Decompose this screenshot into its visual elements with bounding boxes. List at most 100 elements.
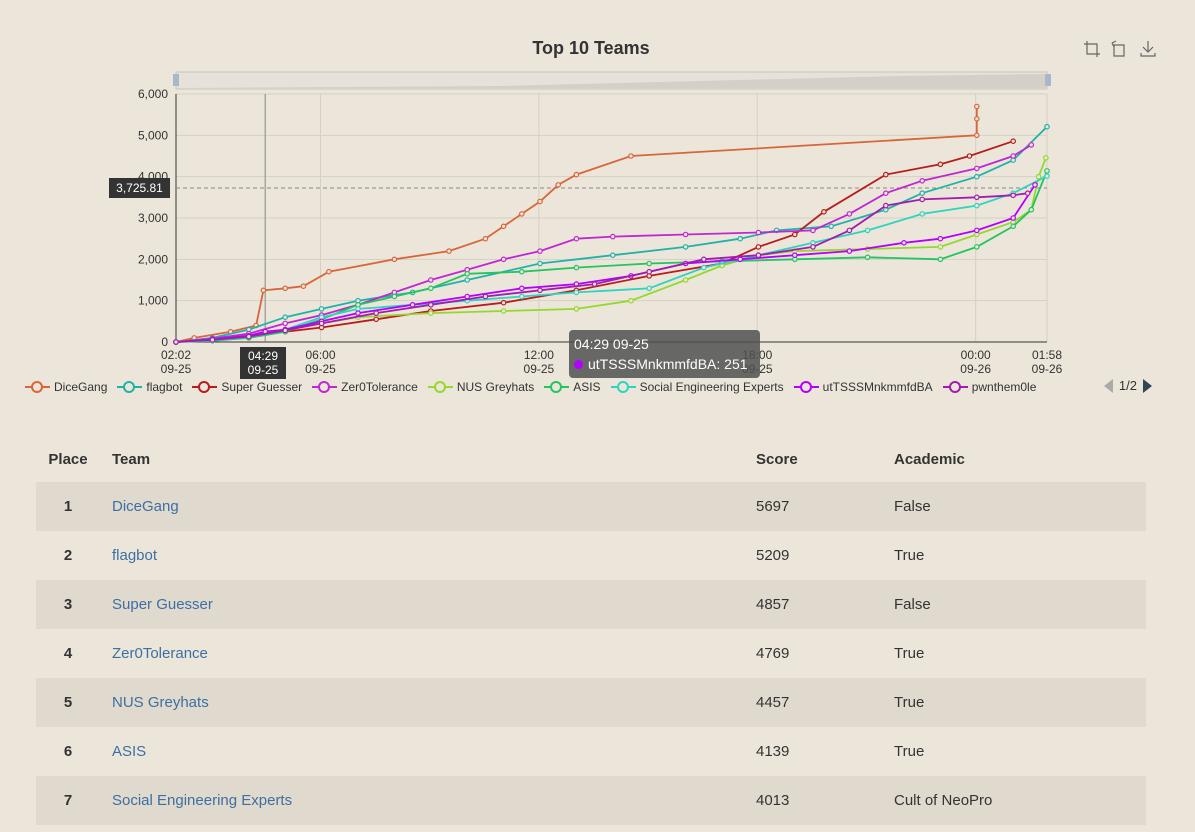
data-point[interactable] [937, 161, 944, 168]
data-point[interactable] [464, 277, 471, 283]
data-point[interactable] [427, 277, 434, 283]
data-point[interactable] [1010, 138, 1017, 145]
data-point[interactable] [464, 293, 471, 300]
data-point[interactable] [828, 223, 835, 230]
data-point[interactable] [937, 235, 944, 242]
data-point[interactable] [755, 229, 762, 236]
data-point[interactable] [810, 227, 816, 234]
data-point[interactable] [755, 252, 762, 259]
data-point[interactable] [446, 248, 452, 254]
legend-item[interactable]: NUS Greyhats [427, 380, 534, 394]
data-point[interactable] [973, 132, 980, 139]
data-point[interactable] [427, 310, 434, 316]
data-point[interactable] [500, 223, 507, 230]
data-point[interactable] [628, 153, 634, 159]
data-point[interactable] [973, 194, 980, 201]
data-point[interactable] [1032, 182, 1038, 188]
data-point[interactable] [537, 287, 543, 294]
data-point[interactable] [882, 202, 889, 209]
data-point[interactable] [919, 178, 926, 184]
data-point[interactable] [1010, 153, 1017, 159]
data-point[interactable] [646, 285, 653, 292]
data-point[interactable] [937, 256, 944, 263]
data-point[interactable] [864, 254, 871, 261]
zoom-reset-icon[interactable] [1111, 40, 1129, 58]
data-point[interactable] [810, 244, 816, 250]
data-point[interactable] [1028, 206, 1035, 213]
data-point[interactable] [791, 231, 798, 238]
data-point[interactable] [1010, 223, 1017, 230]
data-point[interactable] [282, 327, 289, 334]
data-point[interactable] [755, 244, 762, 250]
data-point[interactable] [821, 209, 827, 215]
series-nus-greyhats[interactable] [173, 155, 1049, 345]
data-point[interactable] [1043, 155, 1049, 161]
data-point[interactable] [1010, 215, 1017, 221]
data-point[interactable] [682, 231, 689, 238]
zoom-icon[interactable] [1083, 40, 1101, 58]
data-point[interactable] [573, 264, 580, 271]
team-link[interactable]: Super Guesser [112, 596, 213, 613]
data-zoom-handle-left[interactable] [173, 74, 179, 86]
data-point[interactable] [646, 260, 653, 267]
data-point[interactable] [901, 240, 907, 246]
legend-item[interactable]: Zer0Tolerance [312, 380, 418, 394]
data-point[interactable] [318, 306, 325, 312]
data-point[interactable] [482, 293, 489, 300]
data-zoom-handle-right[interactable] [1045, 74, 1051, 86]
data-point[interactable] [1028, 142, 1035, 148]
team-link[interactable]: DiceGang [112, 498, 179, 515]
data-point[interactable] [500, 256, 507, 263]
data-point[interactable] [628, 297, 634, 304]
data-point[interactable] [300, 283, 307, 290]
data-point[interactable] [173, 339, 179, 345]
data-point[interactable] [919, 211, 926, 217]
legend-prev-icon[interactable] [1103, 378, 1113, 393]
data-point[interactable] [864, 227, 871, 234]
data-point[interactable] [682, 277, 689, 283]
data-point[interactable] [1044, 173, 1050, 179]
data-point[interactable] [973, 244, 980, 250]
data-point[interactable] [591, 281, 598, 287]
data-point[interactable] [326, 268, 332, 275]
data-point[interactable] [966, 153, 973, 159]
data-point[interactable] [282, 314, 289, 321]
data-point[interactable] [260, 287, 267, 294]
data-point[interactable] [1035, 173, 1042, 180]
data-point[interactable] [391, 256, 398, 263]
legend-next-icon[interactable] [1143, 378, 1152, 393]
data-point[interactable] [500, 308, 507, 314]
data-point[interactable] [1010, 192, 1017, 199]
data-point[interactable] [973, 227, 980, 234]
data-point[interactable] [573, 289, 580, 296]
legend-item[interactable]: Super Guesser [192, 380, 302, 394]
data-point[interactable] [1024, 190, 1031, 197]
data-point[interactable] [573, 171, 580, 178]
data-point[interactable] [937, 244, 944, 250]
legend-item[interactable]: Social Engineering Experts [610, 380, 784, 394]
data-point[interactable] [427, 301, 434, 308]
data-point[interactable] [846, 227, 853, 234]
data-point[interactable] [209, 337, 216, 343]
data-point[interactable] [973, 202, 980, 209]
data-point[interactable] [973, 165, 980, 172]
data-point[interactable] [846, 211, 853, 217]
legend-item[interactable]: flagbot [117, 380, 182, 394]
data-point[interactable] [409, 301, 416, 308]
data-point[interactable] [537, 260, 543, 267]
data-point[interactable] [609, 233, 616, 240]
data-point[interactable] [427, 285, 434, 292]
data-point[interactable] [518, 211, 525, 217]
series-pwnthem0le[interactable] [173, 190, 1031, 345]
team-link[interactable]: Zer0Tolerance [112, 645, 208, 662]
data-point[interactable] [246, 333, 252, 340]
data-point[interactable] [1044, 168, 1050, 174]
data-point[interactable] [482, 235, 489, 242]
data-point[interactable] [318, 320, 325, 327]
data-point[interactable] [737, 256, 744, 263]
data-point[interactable] [882, 171, 889, 178]
data-point[interactable] [373, 310, 380, 316]
legend-item[interactable]: ASIS [544, 380, 601, 394]
team-link[interactable]: NUS Greyhats [112, 694, 209, 711]
data-point[interactable] [700, 256, 707, 263]
